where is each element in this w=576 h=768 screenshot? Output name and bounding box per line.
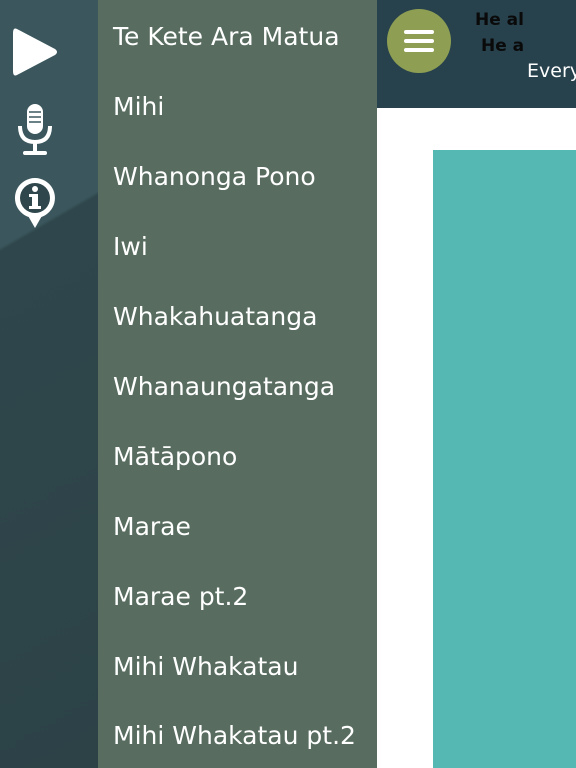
play-icon bbox=[13, 28, 57, 76]
main-content: Every He al He a bbox=[377, 0, 576, 768]
play-button[interactable] bbox=[0, 20, 70, 84]
menu-item-marae-pt2[interactable]: Marae pt.2 bbox=[113, 561, 377, 631]
icon-rail bbox=[0, 0, 98, 768]
microphone-button[interactable] bbox=[0, 98, 70, 162]
menu-item-whakahuatanga[interactable]: Whakahuatanga bbox=[113, 281, 377, 351]
info-button[interactable] bbox=[0, 172, 70, 236]
menu-item-mihi-whakatau[interactable]: Mihi Whakatau bbox=[113, 631, 377, 701]
content-card bbox=[433, 150, 576, 768]
menu-toggle-button[interactable] bbox=[387, 9, 451, 73]
header-title: Every bbox=[527, 60, 576, 82]
menu-item-iwi[interactable]: Iwi bbox=[113, 211, 377, 281]
hamburger-icon bbox=[404, 30, 434, 52]
menu-item-marae[interactable]: Marae bbox=[113, 491, 377, 561]
menu-item-whanaungatanga[interactable]: Whanaungatanga bbox=[113, 351, 377, 421]
microphone-icon bbox=[18, 104, 52, 155]
menu-item-matapono[interactable]: Mātāpono bbox=[113, 421, 377, 491]
menu-item-te-kete-ara-matua[interactable]: Te Kete Ara Matua bbox=[113, 1, 377, 71]
card-line-1: He al bbox=[475, 10, 524, 30]
card-line-2: He a bbox=[481, 36, 525, 56]
info-icon bbox=[14, 178, 55, 228]
side-menu: Te Kete Ara Matua Mihi Whanonga Pono Iwi… bbox=[98, 0, 377, 768]
menu-item-mihi-whakatau-pt2[interactable]: Mihi Whakatau pt.2 bbox=[113, 700, 377, 768]
menu-item-whanonga-pono[interactable]: Whanonga Pono bbox=[113, 141, 377, 211]
menu-item-mihi[interactable]: Mihi bbox=[113, 71, 377, 141]
app-screen: Every He al He a Te Kete Ara Matua Mihi … bbox=[0, 0, 576, 768]
